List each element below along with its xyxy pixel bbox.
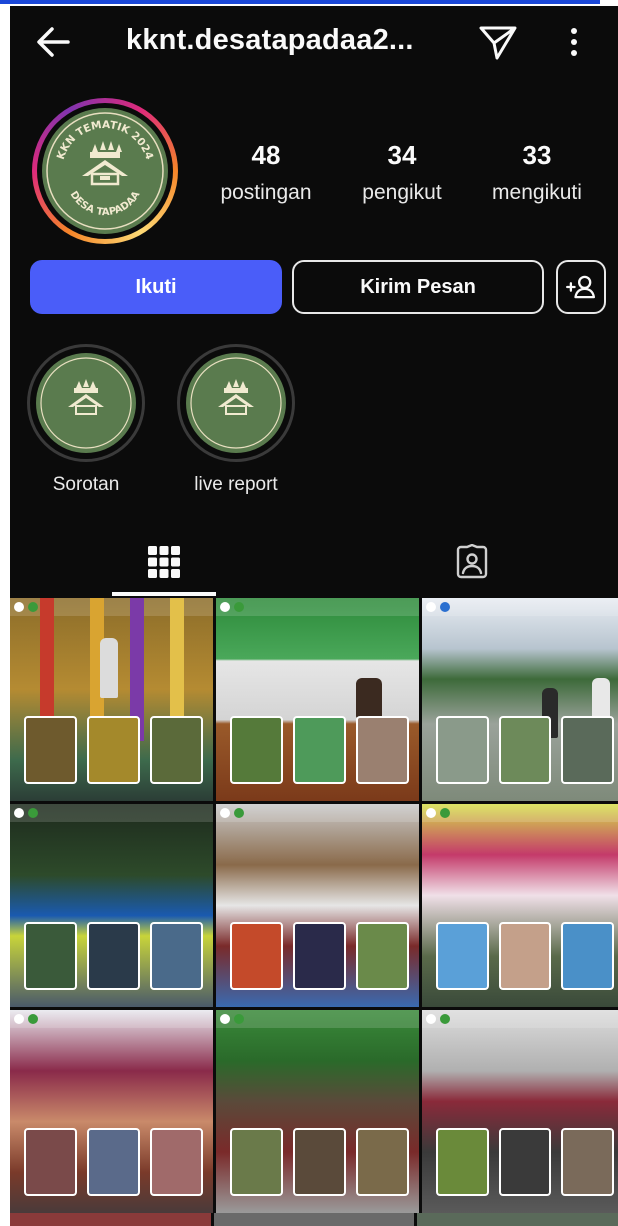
active-tab-indicator	[112, 592, 216, 596]
tab-posts-grid[interactable]	[112, 526, 216, 598]
highlight-live-report[interactable]: live report	[176, 344, 296, 496]
highlight-label: Sorotan	[52, 474, 120, 495]
highlight-label: live report	[194, 474, 278, 495]
post-thumbnail[interactable]	[10, 1010, 213, 1213]
stat-posts[interactable]: 48 postingan	[214, 140, 318, 205]
post-thumbnail[interactable]	[422, 804, 618, 1007]
back-arrow-icon[interactable]	[32, 20, 76, 64]
profile-username: kknt.desatapadaa2...	[126, 24, 414, 56]
svg-text:DESA TAPADAA: DESA TAPADAA	[68, 189, 143, 218]
tagged-person-icon	[456, 544, 488, 579]
profile-screen: kknt.desatapadaa2... KKN TEMATIK 2024 DE…	[10, 6, 618, 1226]
profile-avatar[interactable]: KKN TEMATIK 2024 DESA TAPADAA	[32, 98, 178, 244]
next-row-partial	[10, 1213, 618, 1226]
grid-icon	[148, 546, 180, 578]
add-user-icon	[566, 275, 596, 299]
post-thumbnail[interactable]	[216, 804, 419, 1007]
stat-posts-value: 48	[251, 140, 281, 170]
profile-tabs	[10, 526, 618, 598]
top-bar: kknt.desatapadaa2...	[10, 6, 618, 78]
highlight-logo	[186, 353, 286, 453]
stat-following[interactable]: 33 mengikuti	[484, 140, 590, 205]
posts-grid	[10, 598, 618, 1213]
suggest-users-button[interactable]	[556, 260, 606, 314]
stat-posts-label: postingan	[220, 181, 312, 204]
send-icon[interactable]	[476, 20, 520, 64]
stat-following-label: mengikuti	[492, 181, 582, 204]
post-thumbnail[interactable]	[422, 1010, 618, 1213]
kkn-logo: KKN TEMATIK 2024 DESA TAPADAA	[42, 108, 168, 234]
post-thumbnail[interactable]	[422, 598, 618, 801]
stat-followers[interactable]: 34 pengikut	[352, 140, 452, 205]
highlight-ring	[177, 344, 295, 462]
stat-followers-value: 34	[387, 140, 417, 170]
post-thumbnail[interactable]	[216, 598, 419, 801]
highlight-logo	[36, 353, 136, 453]
post-thumbnail[interactable]	[10, 598, 213, 801]
follow-button[interactable]: Ikuti	[30, 260, 282, 314]
post-thumbnail[interactable]	[10, 804, 213, 1007]
stat-following-value: 33	[522, 140, 552, 170]
tab-tagged[interactable]	[420, 526, 524, 598]
stat-followers-label: pengikut	[362, 181, 442, 204]
message-button[interactable]: Kirim Pesan	[292, 260, 544, 314]
post-thumbnail[interactable]	[216, 1010, 419, 1213]
more-vertical-icon[interactable]	[556, 20, 592, 64]
highlight-ring	[27, 344, 145, 462]
highlight-sorotan[interactable]: Sorotan	[26, 344, 146, 496]
